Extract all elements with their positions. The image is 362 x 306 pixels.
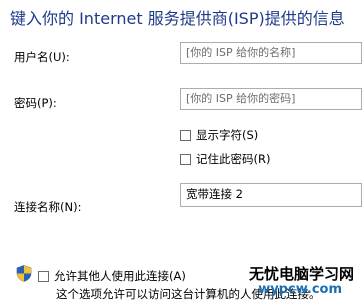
remember-password-checkbox[interactable] xyxy=(180,153,191,165)
remember-password-label: 记住此密码(R) xyxy=(196,152,271,166)
password-label: 密码(P): xyxy=(14,96,57,110)
uac-shield-icon xyxy=(16,265,32,282)
username-label: 用户名(U): xyxy=(14,50,70,64)
allow-others-option[interactable]: 允许其他人使用此连接(A) xyxy=(38,268,186,284)
allow-others-checkbox[interactable] xyxy=(38,270,49,282)
remember-password-option[interactable]: 记住此密码(R) xyxy=(180,151,270,167)
connection-name-field[interactable]: 宽带连接 2 xyxy=(180,183,362,207)
page-title: 键入你的 Internet 服务提供商(ISP)提供的信息 xyxy=(10,9,345,28)
password-field[interactable]: [你的 ISP 给你的密码] xyxy=(180,88,362,110)
show-characters-label: 显示字符(S) xyxy=(196,128,259,142)
site-watermark: 无忧电脑学习网 wypcw.com xyxy=(249,266,354,297)
allow-others-label: 允许其他人使用此连接(A) xyxy=(54,269,186,283)
watermark-title: 无忧电脑学习网 xyxy=(248,265,354,283)
connection-name-label: 连接名称(N): xyxy=(14,200,82,214)
watermark-url: wypcw.com xyxy=(258,281,342,297)
username-field[interactable]: [你的 ISP 给你的名称] xyxy=(180,42,362,64)
show-characters-option[interactable]: 显示字符(S) xyxy=(180,127,258,143)
show-characters-checkbox[interactable] xyxy=(180,129,191,141)
